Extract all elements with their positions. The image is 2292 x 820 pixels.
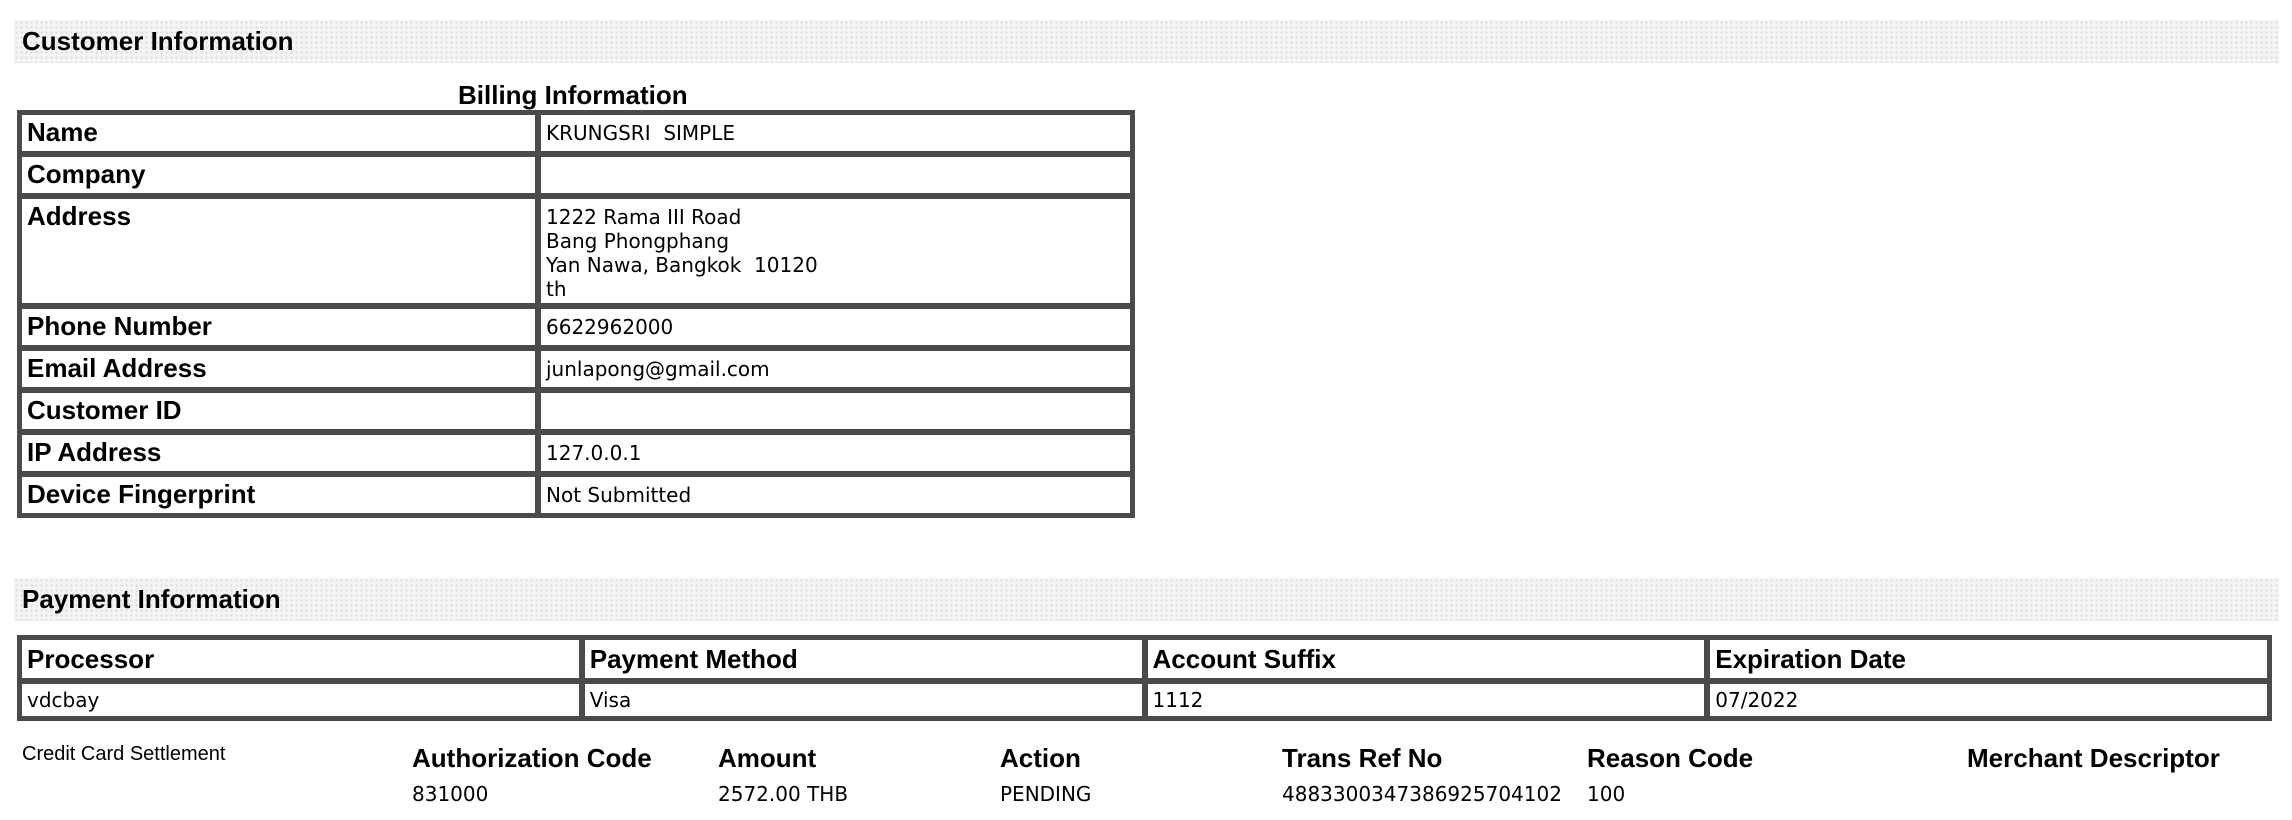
customer-id-value: [538, 390, 1133, 432]
trans-ref-no-header: Trans Ref No: [1282, 743, 1443, 773]
account-suffix-value: 1112: [1144, 681, 1708, 719]
address-line-4: th: [546, 277, 567, 301]
table-row: Address 1222 Rama III Road Bang Phongpha…: [19, 196, 1133, 306]
device-fingerprint-value: Not Submitted: [538, 474, 1133, 516]
expiration-date-header: Expiration Date: [1707, 637, 2270, 681]
authorization-code-value: 831000: [412, 782, 489, 806]
merchant-descriptor-column: Merchant Descriptor: [1967, 742, 2220, 780]
name-value: KRUNGSRI SIMPLE: [538, 112, 1133, 154]
merchant-descriptor-header: Merchant Descriptor: [1967, 743, 2220, 773]
processor-header: Processor: [19, 637, 582, 681]
phone-number-label: Phone Number: [19, 306, 538, 348]
address-line-2: Bang Phongphang: [546, 229, 730, 253]
table-row: Device Fingerprint Not Submitted: [19, 474, 1133, 516]
action-column: Action PENDING: [1000, 742, 1091, 808]
payment-information-header: Payment Information: [14, 578, 2279, 621]
account-suffix-header: Account Suffix: [1144, 637, 1708, 681]
table-row: Email Address junlapong@gmail.com: [19, 348, 1133, 390]
customer-information-header: Customer Information: [14, 20, 2279, 63]
table-row: vdcbay Visa 1112 07/2022: [19, 681, 2270, 719]
billing-information-table: Name KRUNGSRI SIMPLE Company Address 122…: [17, 110, 1135, 518]
payment-method-header: Payment Method: [581, 637, 1145, 681]
payment-information-table: Processor Payment Method Account Suffix …: [17, 635, 2272, 721]
table-row: IP Address 127.0.0.1: [19, 432, 1133, 474]
phone-number-value: 6622962000: [538, 306, 1133, 348]
table-row: Company: [19, 154, 1133, 196]
amount-header: Amount: [718, 743, 817, 773]
table-row: Phone Number 6622962000: [19, 306, 1133, 348]
expiration-date-value: 07/2022: [1707, 681, 2270, 719]
amount-value: 2572.00 THB: [718, 782, 849, 806]
reason-code-header: Reason Code: [1587, 743, 1754, 773]
company-value: [538, 154, 1133, 196]
authorization-code-header: Authorization Code: [412, 743, 652, 773]
table-row: Customer ID: [19, 390, 1133, 432]
address-label: Address: [19, 196, 538, 306]
billing-information-caption: Billing Information: [458, 80, 688, 110]
trans-ref-no-value: 4883300347386925704102: [1282, 782, 1562, 806]
email-address-value: junlapong@gmail.com: [538, 348, 1133, 390]
name-label: Name: [19, 112, 538, 154]
address-line-3: Yan Nawa, Bangkok 10120: [546, 253, 818, 277]
payment-method-value: Visa: [581, 681, 1145, 719]
table-row: Name KRUNGSRI SIMPLE: [19, 112, 1133, 154]
table-header-row: Processor Payment Method Account Suffix …: [19, 637, 2270, 681]
amount-column: Amount 2572.00 THB: [718, 742, 848, 808]
customer-id-label: Customer ID: [19, 390, 538, 432]
transaction-type-label: Credit Card Settlement: [22, 743, 226, 765]
reason-code-value: 100: [1587, 782, 1626, 806]
address-line-1: 1222 Rama III Road: [546, 205, 742, 229]
trans-ref-no-column: Trans Ref No 4883300347386925704102: [1282, 742, 1562, 808]
processor-value: vdcbay: [19, 681, 582, 719]
section-title: Payment Information: [22, 584, 281, 614]
device-fingerprint-label: Device Fingerprint: [19, 474, 538, 516]
section-title: Customer Information: [22, 26, 294, 56]
authorization-code-column: Authorization Code 831000: [412, 742, 652, 808]
action-value: PENDING: [1000, 782, 1092, 806]
action-header: Action: [1000, 743, 1081, 773]
ip-address-label: IP Address: [19, 432, 538, 474]
ip-address-value: 127.0.0.1: [538, 432, 1133, 474]
address-value: 1222 Rama III Road Bang Phongphang Yan N…: [538, 196, 1133, 306]
company-label: Company: [19, 154, 538, 196]
reason-code-column: Reason Code 100: [1587, 742, 1753, 808]
email-address-label: Email Address: [19, 348, 538, 390]
